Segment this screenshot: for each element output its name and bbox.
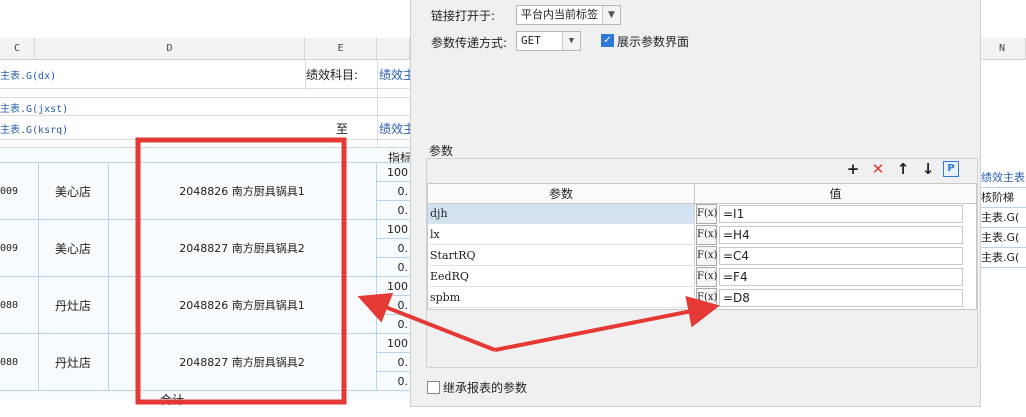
annotation-box <box>135 137 347 405</box>
annotation-arrow-right <box>494 295 720 352</box>
annotation-overlay <box>135 137 720 405</box>
annotation-arrow-left <box>357 292 496 352</box>
